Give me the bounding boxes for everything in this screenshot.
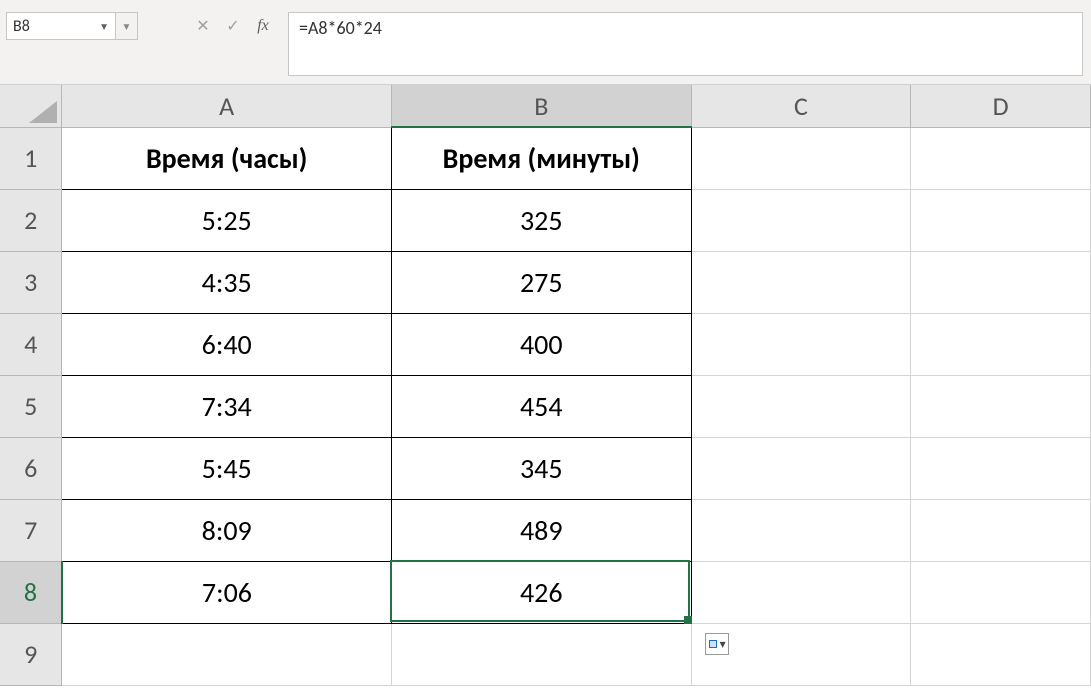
select-all-corner[interactable] bbox=[0, 85, 62, 127]
cell-A2[interactable]: 5:25 bbox=[62, 189, 392, 251]
col-header-D[interactable]: D bbox=[911, 85, 1091, 127]
cell-B8[interactable]: 426 bbox=[391, 561, 691, 623]
formula-bar-buttons: ✕ ✓ fx bbox=[188, 12, 278, 84]
autofill-options-button[interactable]: ▾ bbox=[705, 633, 729, 655]
cell-C7[interactable] bbox=[691, 499, 911, 561]
row-header-5[interactable]: 5 bbox=[0, 375, 62, 437]
col-header-C[interactable]: C bbox=[691, 85, 911, 127]
name-box-value: B8 bbox=[13, 17, 30, 36]
row-header-8[interactable]: 8 bbox=[0, 561, 62, 623]
col-header-A[interactable]: A bbox=[62, 85, 392, 127]
row-header-7[interactable]: 7 bbox=[0, 499, 62, 561]
cell-C2[interactable] bbox=[691, 189, 911, 251]
cell-D9[interactable] bbox=[911, 623, 1091, 685]
col-header-B[interactable]: B bbox=[391, 85, 691, 127]
cell-D4[interactable] bbox=[911, 313, 1091, 375]
cell-D2[interactable] bbox=[911, 189, 1091, 251]
grid: A B C D 1 Время (часы) Время (минуты) 2 … bbox=[0, 85, 1091, 686]
cell-B7[interactable]: 489 bbox=[391, 499, 691, 561]
row-header-2[interactable]: 2 bbox=[0, 189, 62, 251]
row-header-1[interactable]: 1 bbox=[0, 127, 62, 189]
cell-C8[interactable] bbox=[691, 561, 911, 623]
cell-B4[interactable]: 400 bbox=[391, 313, 691, 375]
cell-C4[interactable] bbox=[691, 313, 911, 375]
cell-C5[interactable] bbox=[691, 375, 911, 437]
name-box-expand-icon[interactable]: ▼ bbox=[116, 12, 138, 40]
cell-B9[interactable] bbox=[391, 623, 691, 685]
cell-C1[interactable] bbox=[691, 127, 911, 189]
insert-function-icon[interactable]: fx bbox=[248, 12, 278, 40]
cell-D1[interactable] bbox=[911, 127, 1091, 189]
cell-B1[interactable]: Время (минуты) bbox=[391, 127, 691, 189]
worksheet[interactable]: A B C D 1 Время (часы) Время (минуты) 2 … bbox=[0, 85, 1091, 686]
cell-C3[interactable] bbox=[691, 251, 911, 313]
row-header-6[interactable]: 6 bbox=[0, 437, 62, 499]
cell-A9[interactable] bbox=[62, 623, 392, 685]
name-box[interactable]: B8 ▼ bbox=[6, 12, 116, 40]
cell-A1[interactable]: Время (часы) bbox=[62, 127, 392, 189]
cell-A8[interactable]: 7:06 bbox=[62, 561, 392, 623]
name-box-dropdown-icon[interactable]: ▼ bbox=[99, 20, 109, 33]
cell-D8[interactable] bbox=[911, 561, 1091, 623]
formula-text: =A8*60*24 bbox=[299, 17, 382, 39]
cell-B6[interactable]: 345 bbox=[391, 437, 691, 499]
cell-C6[interactable] bbox=[691, 437, 911, 499]
cell-B2[interactable]: 325 bbox=[391, 189, 691, 251]
formula-input[interactable]: =A8*60*24 bbox=[288, 12, 1083, 76]
cancel-formula-icon[interactable]: ✕ bbox=[188, 12, 218, 40]
cell-A5[interactable]: 7:34 bbox=[62, 375, 392, 437]
cell-D7[interactable] bbox=[911, 499, 1091, 561]
row-header-3[interactable]: 3 bbox=[0, 251, 62, 313]
accept-formula-icon[interactable]: ✓ bbox=[218, 12, 248, 40]
cell-B5[interactable]: 454 bbox=[391, 375, 691, 437]
cell-B3[interactable]: 275 bbox=[391, 251, 691, 313]
cell-D6[interactable] bbox=[911, 437, 1091, 499]
formula-bar: B8 ▼ ▼ ✕ ✓ fx =A8*60*24 bbox=[0, 0, 1091, 85]
row-header-4[interactable]: 4 bbox=[0, 313, 62, 375]
autofill-chevron-icon: ▾ bbox=[720, 637, 726, 652]
cell-D3[interactable] bbox=[911, 251, 1091, 313]
cell-A3[interactable]: 4:35 bbox=[62, 251, 392, 313]
cell-A6[interactable]: 5:45 bbox=[62, 437, 392, 499]
name-box-wrap: B8 ▼ ▼ bbox=[0, 12, 138, 84]
cell-A4[interactable]: 6:40 bbox=[62, 313, 392, 375]
row-header-9[interactable]: 9 bbox=[0, 623, 62, 685]
cell-D5[interactable] bbox=[911, 375, 1091, 437]
cell-A7[interactable]: 8:09 bbox=[62, 499, 392, 561]
